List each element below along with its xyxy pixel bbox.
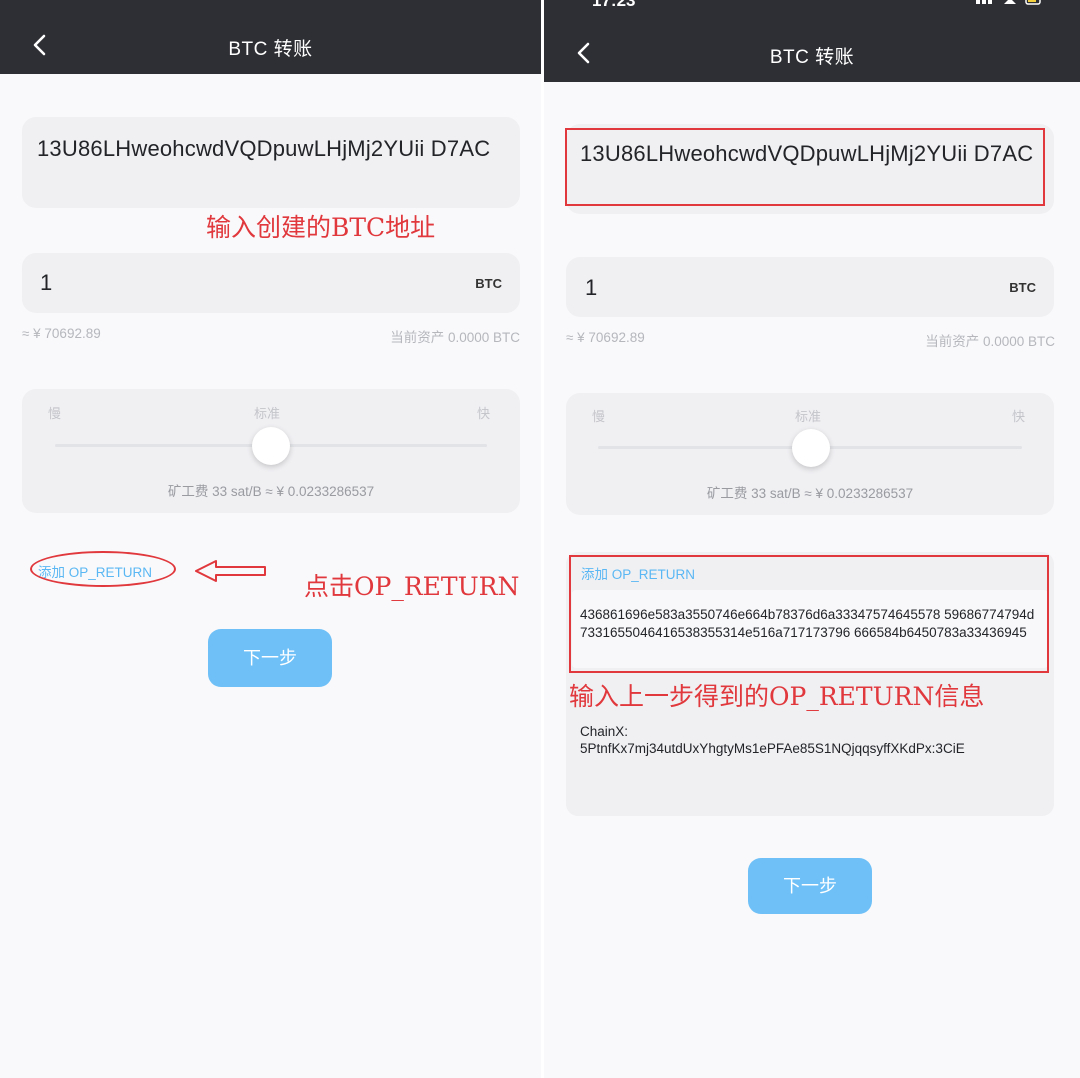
balance-text: 当前资产 0.0000 BTC	[925, 334, 1055, 349]
page-title: BTC 转账	[769, 47, 855, 68]
amount-unit: BTC	[1009, 280, 1036, 295]
fee-card: 慢 标准 快 矿工费 33 sat/B ≈ ¥ 0.0233286537	[566, 393, 1054, 515]
memo-label: ChainX:	[580, 724, 629, 739]
fee-slider-knob[interactable]	[792, 429, 830, 467]
address-value: 13U86LHweohcwdVQDpuwLHjMj2YUii D7AC	[37, 136, 491, 161]
fee-slider-knob[interactable]	[252, 427, 290, 465]
speed-slow-label: 慢	[48, 406, 62, 421]
annotation-click-op-return: 点击OP_RETURN	[304, 572, 520, 601]
speed-fast-label: 快	[1012, 409, 1026, 424]
right-screen: 17:23 BTC 转账 13U86LHweohcwdVQDpuwLHjMj2Y…	[544, 0, 1080, 1078]
annotation-enter-address: 输入创建的BTC地址	[206, 213, 436, 242]
balance-text: 当前资产 0.0000 BTC	[390, 330, 520, 345]
amount-value: 1	[585, 275, 598, 300]
annotation-enter-op-return: 输入上一步得到的OP_RETURN信息	[569, 682, 985, 711]
status-icons	[976, 0, 1041, 5]
memo-value: 5PtnfKx7mj34utdUxYhgtyMs1ePFAe85S1NQjqqs…	[580, 741, 965, 756]
navbar: 17:23 BTC 转账	[544, 0, 1080, 82]
amount-unit: BTC	[475, 276, 502, 291]
speed-standard-label: 标准	[254, 406, 281, 421]
fee-text: 矿工费 33 sat/B ≈ ¥ 0.0233286537	[706, 486, 914, 501]
fiat-estimate: ≈ ¥ 70692.89	[22, 326, 101, 341]
annotation-op-return-box	[569, 555, 1049, 673]
next-step-button[interactable]: 下一步	[208, 629, 332, 687]
fee-card: 慢 标准 快 矿工费 33 sat/B ≈ ¥ 0.0233286537	[22, 389, 520, 513]
navbar: BTC 转账	[0, 0, 541, 74]
amount-field[interactable]: 1 BTC	[22, 253, 520, 313]
annotation-address-box	[565, 128, 1045, 206]
fee-text: 矿工费 33 sat/B ≈ ¥ 0.0233286537	[167, 484, 375, 499]
address-field[interactable]: 13U86LHweohcwdVQDpuwLHjMj2YUii D7AC	[22, 117, 520, 208]
amount-value: 1	[40, 270, 53, 295]
left-screen: BTC 转账 13U86LHweohcwdVQDpuwLHjMj2YUii D7…	[0, 0, 541, 1078]
page-title: BTC 转账	[228, 39, 313, 60]
fiat-estimate: ≈ ¥ 70692.89	[566, 330, 645, 345]
annotation-arrow-icon	[195, 560, 266, 582]
annotation-ellipse	[30, 551, 176, 587]
amount-field[interactable]: 1 BTC	[566, 257, 1054, 317]
speed-fast-label: 快	[477, 406, 491, 421]
speed-slow-label: 慢	[592, 409, 606, 424]
speed-standard-label: 标准	[795, 409, 822, 424]
status-time: 17:23	[592, 0, 636, 10]
next-step-button[interactable]: 下一步	[748, 858, 872, 914]
